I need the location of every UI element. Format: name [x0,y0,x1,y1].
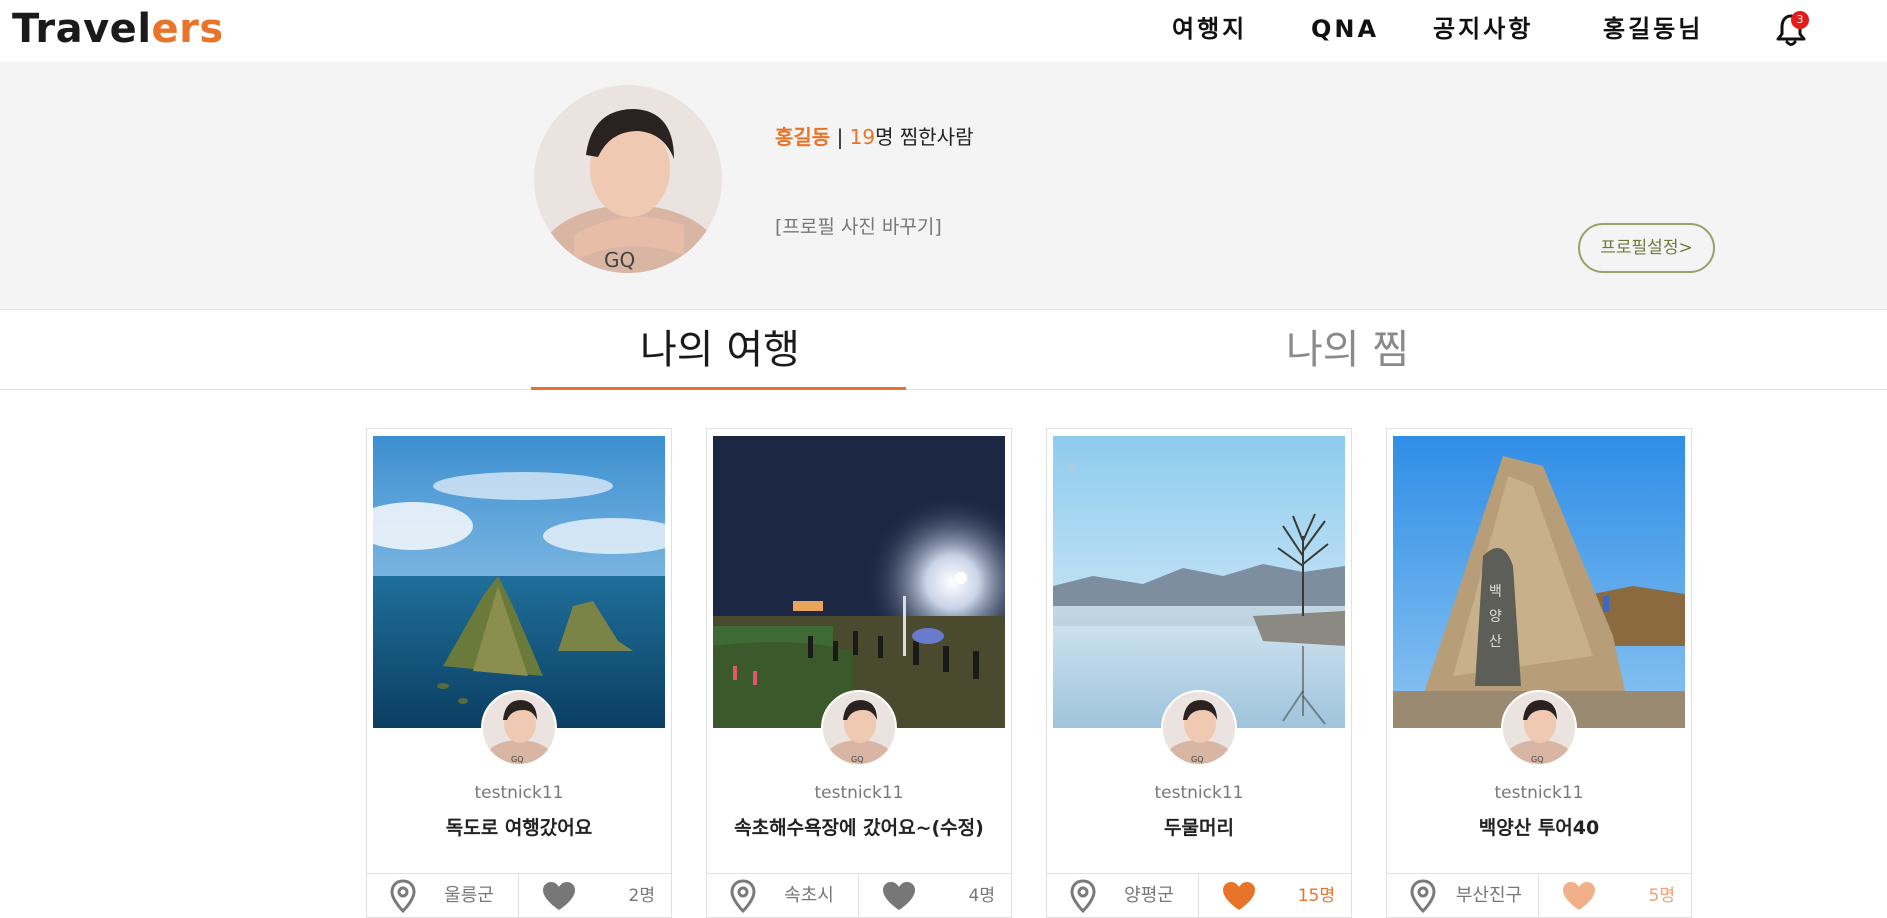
author-nickname: testnick11 [1154,783,1244,803]
travelers-logo[interactable]: Travelers [12,4,224,54]
trip-card[interactable]: 백 양 산 GQ testnick11 백양산 투어40 부산진구 5명 [1386,428,1692,918]
like-count: 2명 [628,886,655,906]
card-footer: 속초시 4명 [707,873,1011,918]
author-nickname: testnick11 [814,783,904,803]
profile-summary: 홍길동 | 19명 찜한사람 [775,122,973,152]
svg-text:GQ: GQ [604,248,635,272]
tab-my-likes[interactable]: 나의 찜 [1286,320,1409,380]
profile-separator: | [836,125,844,149]
trip-region: 울릉군 [444,885,494,906]
trip-photo[interactable]: 백 양 산 [1393,436,1685,728]
trip-region: 부산진구 [1455,885,1523,906]
profile-settings-button[interactable]: 프로필설정> [1578,223,1715,273]
author-avatar[interactable]: GQ [1501,690,1577,766]
profile-name: 홍길동 [775,125,831,149]
svg-text:백: 백 [1489,584,1502,600]
author-avatar[interactable]: GQ [481,690,557,766]
trip-card[interactable]: GQ testnick11 독도로 여행갔어요 울릉군 2명 [366,428,672,918]
nav-notices[interactable]: 공지사항 [1433,12,1533,46]
nav-qna[interactable]: QNA [1311,12,1379,46]
like-count: 5명 [1648,886,1675,906]
footer-divider [858,874,859,918]
location-pin-icon [389,879,417,914]
location-pin-icon [1409,879,1437,914]
profile-like-count-suffix: 명 찜한사람 [875,125,974,149]
trip-photo[interactable] [373,436,665,728]
logo-text-part1: Travel [12,6,152,52]
trip-region: 속초시 [784,885,834,906]
like-count: 15명 [1297,886,1335,906]
trip-title[interactable]: 백양산 투어40 [1387,815,1691,841]
nav-destinations[interactable]: 여행지 [1172,12,1247,46]
trip-photo[interactable]: 산 [1053,436,1345,728]
change-profile-photo-link[interactable]: [프로필 사진 바꾸기] [775,212,942,242]
svg-text:GQ: GQ [1191,755,1204,764]
active-tab-indicator [531,387,906,390]
trip-title[interactable]: 두물머리 [1047,815,1351,841]
author-nickname: testnick11 [1494,783,1584,803]
svg-text:GQ: GQ [1531,755,1544,764]
author-nickname: testnick11 [474,783,564,803]
trip-title[interactable]: 속초해수욕장에 갔어요~(수정) [707,815,1011,841]
profile-like-count: 19 [849,125,876,149]
author-avatar[interactable]: GQ [1161,690,1237,766]
svg-text:GQ: GQ [851,755,864,764]
svg-text:산: 산 [1489,634,1502,650]
nav-user-menu[interactable]: 홍길동님 [1603,12,1703,46]
footer-divider [1538,874,1539,918]
location-pin-icon [1069,879,1097,914]
card-footer: 울릉군 2명 [367,873,671,918]
trip-title[interactable]: 독도로 여행갔어요 [367,815,671,841]
footer-divider [518,874,519,918]
trip-region: 양평군 [1124,885,1174,906]
logo-text-part2: ers [151,6,224,52]
profile-avatar[interactable]: GQ [534,85,722,273]
heart-icon[interactable] [881,880,917,912]
card-footer: 양평군 15명 [1047,873,1351,918]
card-footer: 부산진구 5명 [1387,873,1691,918]
svg-text:양: 양 [1489,609,1502,625]
trip-photo[interactable] [713,436,1005,728]
top-header: Travelers 여행지 QNA 공지사항 홍길동님 3 [0,0,1887,62]
author-avatar[interactable]: GQ [821,690,897,766]
profile-tabs: 나의 여행 나의 찜 [0,310,1887,390]
like-count: 4명 [968,886,995,906]
trip-card[interactable]: 산 GQ testnick11 두물머리 양평군 15명 [1046,428,1352,918]
location-pin-icon [729,879,757,914]
heart-icon[interactable] [1561,880,1597,912]
svg-text:GQ: GQ [511,755,524,764]
svg-text:산: 산 [1067,461,1076,473]
footer-divider [1198,874,1199,918]
heart-icon[interactable] [541,880,577,912]
heart-shape [543,882,575,910]
tab-my-trips[interactable]: 나의 여행 [640,320,800,380]
heart-icon[interactable] [1221,880,1257,912]
notification-badge: 3 [1791,11,1809,29]
trip-card[interactable]: GQ testnick11 속초해수욕장에 갔어요~(수정) 속초시 4명 [706,428,1012,918]
